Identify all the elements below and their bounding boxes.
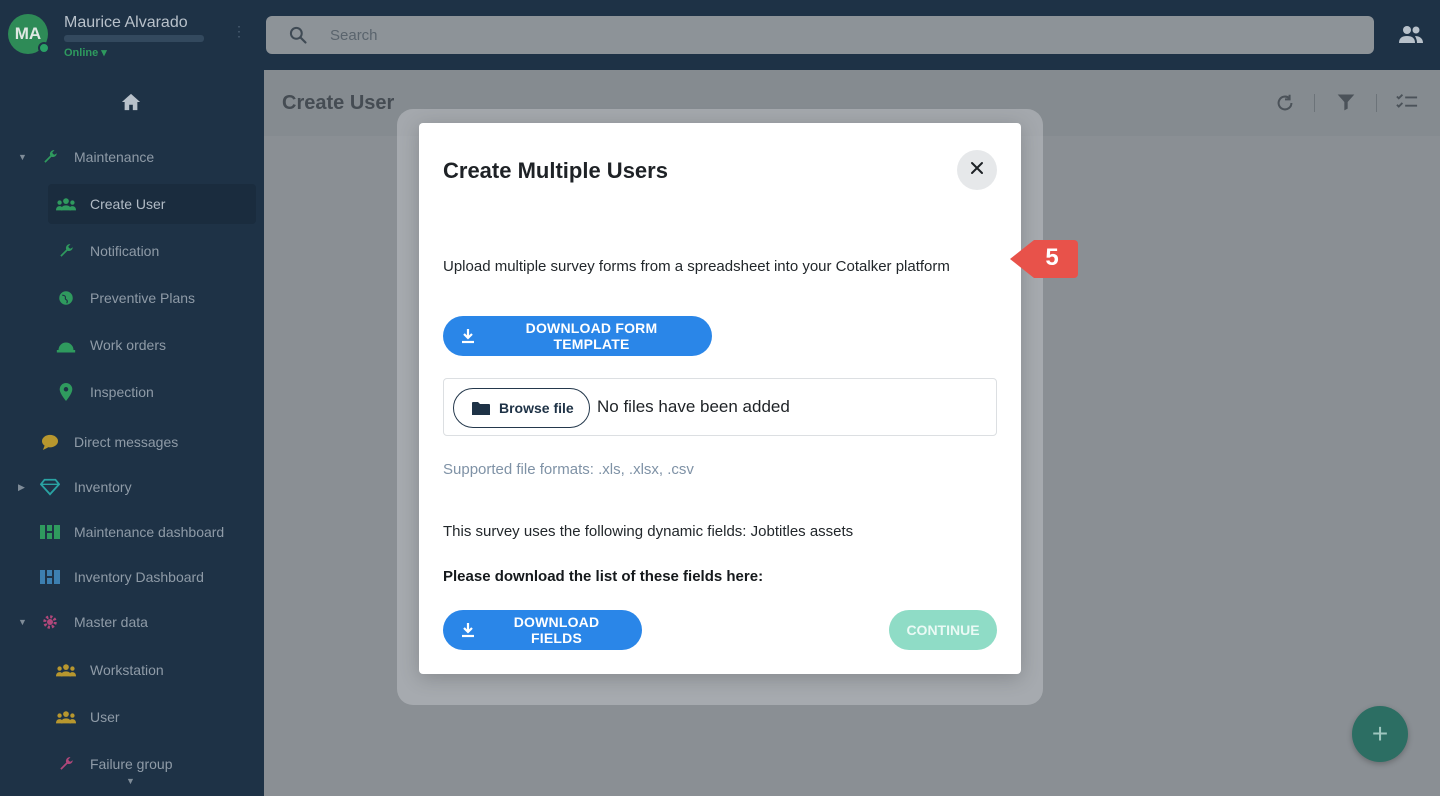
wrench-icon <box>56 241 76 261</box>
add-fab-button[interactable]: + <box>1352 706 1408 762</box>
search-bar[interactable] <box>266 16 1374 54</box>
online-indicator <box>38 42 50 54</box>
refresh-icon[interactable] <box>1274 92 1296 119</box>
sidebar-item-direct-messages[interactable]: Direct messages <box>0 422 264 462</box>
download-icon <box>461 328 475 344</box>
user-profile[interactable]: MA Maurice Alvarado Online ▾ ⋮ <box>0 0 264 70</box>
header-divider <box>1376 94 1377 112</box>
browse-file-button[interactable]: Browse file <box>453 388 590 428</box>
filter-icon[interactable] <box>1336 92 1356 117</box>
top-bar <box>264 0 1440 70</box>
chevron-right-icon[interactable]: ▶ <box>18 482 25 493</box>
button-label: Browse file <box>499 400 574 416</box>
search-icon <box>288 25 308 50</box>
sidebar-item-maintenance[interactable]: ▼ Maintenance <box>0 137 264 177</box>
sidebar-item-label: Inventory <box>74 479 132 495</box>
sidebar-item-notification[interactable]: Notification <box>0 231 264 271</box>
search-input[interactable] <box>330 16 1330 54</box>
sidebar-item-user[interactable]: User <box>0 697 264 737</box>
header-divider <box>1314 94 1315 112</box>
close-button[interactable] <box>957 150 997 190</box>
location-pin-icon <box>56 382 76 402</box>
sidebar-item-label: Create User <box>90 196 166 212</box>
chat-bubble-icon <box>40 432 60 452</box>
scroll-down-chevron-icon[interactable]: ▼ <box>126 776 135 786</box>
continue-button[interactable]: CONTINUE <box>889 610 997 650</box>
user-status-dropdown[interactable]: Online ▾ <box>64 46 107 59</box>
download-fields-button[interactable]: DOWNLOAD FIELDS <box>443 610 642 650</box>
step-number: 5 <box>1045 244 1059 271</box>
wrench-icon <box>56 754 76 774</box>
sidebar-item-create-user[interactable]: Create User <box>48 184 256 224</box>
sidebar-item-inspection[interactable]: Inspection <box>0 372 264 412</box>
hardhat-icon <box>56 335 76 355</box>
sidebar-item-inventory-dashboard[interactable]: Inventory Dashboard <box>0 557 264 597</box>
plus-icon: + <box>1371 718 1389 749</box>
grid-icon <box>40 522 60 542</box>
file-upload-box[interactable]: Browse file No files have been added <box>443 378 997 436</box>
users-icon <box>56 707 76 727</box>
sidebar-item-label: Work orders <box>90 337 166 353</box>
sidebar-item-label: User <box>90 709 120 725</box>
sidebar-item-label: Inspection <box>90 384 154 400</box>
sidebar-item-inventory[interactable]: ▶ Inventory <box>0 467 264 507</box>
sidebar: MA Maurice Alvarado Online ▾ ⋮ ▼ Mainten… <box>0 0 264 796</box>
download-icon <box>461 622 475 638</box>
page-title: Create User <box>282 92 395 114</box>
users-icon <box>56 660 76 680</box>
checklist-icon[interactable] <box>1396 92 1418 117</box>
chevron-down-icon[interactable]: ▼ <box>18 617 27 627</box>
dynamic-fields-text: This survey uses the following dynamic f… <box>443 523 854 540</box>
folder-icon <box>472 401 490 416</box>
more-options-icon[interactable]: ⋮ <box>232 24 246 44</box>
close-icon <box>970 161 984 180</box>
sidebar-item-label: Notification <box>90 243 160 259</box>
download-list-instruction: Please download the list of these fields… <box>443 568 764 585</box>
sidebar-item-label: Preventive Plans <box>90 290 196 306</box>
dialog-description: Upload multiple survey forms from a spre… <box>443 258 950 275</box>
chevron-down-icon[interactable]: ▼ <box>18 152 27 162</box>
globe-icon <box>56 288 76 308</box>
sidebar-item-maintenance-dashboard[interactable]: Maintenance dashboard <box>0 512 264 552</box>
diamond-icon <box>40 477 60 497</box>
create-multiple-users-dialog: Create Multiple Users Upload multiple su… <box>419 123 1021 674</box>
sidebar-item-label: Failure group <box>90 756 173 772</box>
supported-formats-text: Supported file formats: .xls, .xlsx, .cs… <box>443 461 694 478</box>
cog-icon <box>40 612 60 632</box>
sidebar-item-work-orders[interactable]: Work orders <box>0 325 264 365</box>
sidebar-item-label: Maintenance <box>74 149 155 165</box>
download-form-template-button[interactable]: DOWNLOAD FORM TEMPLATE <box>443 316 712 356</box>
wrench-icon <box>40 147 60 167</box>
people-icon[interactable] <box>1398 24 1424 49</box>
button-label: DOWNLOAD FIELDS <box>513 614 600 646</box>
sidebar-item-preventive-plans[interactable]: Preventive Plans <box>0 278 264 318</box>
dialog-title: Create Multiple Users <box>443 158 668 183</box>
sidebar-item-label: Workstation <box>90 662 164 678</box>
grid-icon <box>40 567 60 587</box>
sidebar-item-label: Master data <box>74 614 148 630</box>
sidebar-item-workstation[interactable]: Workstation <box>0 650 264 690</box>
sidebar-item-master-data[interactable]: ▼ Master data <box>0 602 264 642</box>
sidebar-item-label: Inventory Dashboard <box>74 569 204 585</box>
home-icon[interactable] <box>120 92 142 117</box>
sidebar-item-label: Maintenance dashboard <box>74 524 225 540</box>
user-email-redacted <box>64 35 204 42</box>
no-files-text: No files have been added <box>597 397 790 416</box>
button-label: DOWNLOAD FORM TEMPLATE <box>525 320 658 352</box>
sidebar-item-label: Direct messages <box>74 434 179 450</box>
user-name: Maurice Alvarado <box>64 14 188 31</box>
users-icon <box>56 194 76 214</box>
